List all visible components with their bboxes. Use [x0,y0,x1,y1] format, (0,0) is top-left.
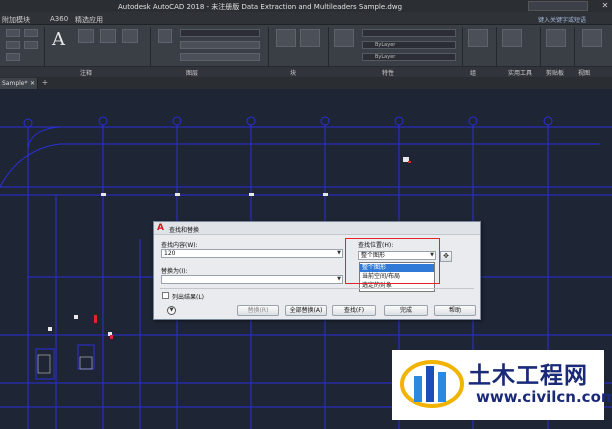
find-value: 120 [164,250,176,257]
tool-icon[interactable] [24,29,38,37]
dialog-title-bar[interactable]: A 查找和替换 [154,222,480,235]
group-icon[interactable] [468,29,488,47]
new-tab-icon[interactable]: + [40,78,50,88]
watermark-logo-icon [400,360,464,408]
tab-a360[interactable]: A360 [50,15,68,23]
ribbon: A ByLayer ByLayer 注释 图层 块 特性 组 实用工具 剪贴板 … [0,25,612,77]
search-hint: 键入关键字或短语 [538,17,587,24]
layer-combo[interactable] [180,29,260,37]
watermark-title: 土木工程网 [468,363,588,389]
chevron-down-icon[interactable]: ▼ [337,276,341,283]
ribbon-tab-bar: 附加模块 A360 精选应用 键入关键字或短语 [0,12,612,25]
watermark: 土木工程网 www.civilcn.com [392,350,612,420]
expand-options-icon[interactable]: ▼ [167,306,176,315]
replace-button[interactable]: 替换(R) [237,305,279,316]
replace-all-button[interactable]: 全部替换(A) [285,305,327,316]
find-label: 查找内容(W): [161,242,198,249]
panel-title-layers[interactable]: 图层 [186,68,198,77]
tool-icon[interactable] [6,41,20,49]
close-icon[interactable]: ✕ [30,78,35,89]
find-input[interactable]: 120 ▼ [161,249,343,258]
list-results-label: 列出结果(L) [172,294,205,301]
dialog-divider [160,288,474,289]
replace-input[interactable]: ▼ [161,275,343,284]
chevron-down-icon[interactable]: ▼ [337,250,341,257]
autocad-logo-icon: A [157,223,164,233]
view-icon[interactable] [582,29,602,47]
panel-title-view[interactable]: 视图 [578,68,590,77]
done-button[interactable]: 完成 [384,305,428,316]
layer-properties-icon[interactable] [158,29,172,43]
table-tool-icon[interactable] [122,29,138,43]
tool-icon[interactable] [6,53,20,61]
replace-label: 替换为(I): [161,268,188,275]
panel-title-utilities[interactable]: 实用工具 [508,68,532,77]
panel-title-properties[interactable]: 特性 [382,68,394,77]
insert-block-icon[interactable] [276,29,296,47]
tab-addins[interactable]: 附加模块 [2,15,30,25]
find-button[interactable]: 查找(F) [332,305,376,316]
measure-icon[interactable] [502,29,522,47]
list-results-checkbox[interactable] [162,292,169,299]
panel-title-groups[interactable]: 组 [470,68,476,77]
help-button[interactable]: 帮助 [434,305,476,316]
panel-title-clipboard[interactable]: 剪贴板 [546,68,564,77]
dialog-title: 查找和替换 [169,227,200,234]
file-tabs: Sample* ✕ + [0,77,612,89]
help-search-input[interactable] [528,1,588,11]
ribbon-panel-titles: 注释 图层 块 特性 组 实用工具 剪贴板 视图 [0,66,612,77]
tool-icon[interactable] [24,41,38,49]
panel-title-block[interactable]: 块 [290,68,296,77]
title-bar: Autodesk AutoCAD 2018 - 未注册版 Data Extrac… [0,0,612,12]
panel-title-annotation[interactable]: 注释 [80,68,92,77]
window-title: Autodesk AutoCAD 2018 - 未注册版 Data Extrac… [118,3,403,11]
watermark-url: www.civilcn.com [476,388,612,406]
tab-featured-apps[interactable]: 精选应用 [75,15,103,25]
text-tool-icon[interactable]: A [52,29,65,50]
file-tab-sample[interactable]: Sample* ✕ [0,78,38,89]
lineweight-combo[interactable]: ByLayer [362,53,456,61]
match-properties-icon[interactable] [334,29,354,47]
linetype-combo[interactable]: ByLayer [362,41,456,49]
close-icon[interactable]: ✕ [598,0,612,12]
tool-icon[interactable] [6,29,20,37]
layer-tools[interactable] [180,41,260,49]
select-objects-button[interactable]: ✥ [440,251,452,262]
select-objects-icon: ✥ [443,252,449,260]
create-block-icon[interactable] [300,29,320,47]
dimension-tool-icon[interactable] [78,29,94,43]
layer-tools[interactable] [180,53,260,61]
annotation-highlight-box [345,238,440,284]
paste-icon[interactable] [546,29,566,47]
color-combo[interactable] [362,29,456,37]
file-tab-label: Sample* [2,80,28,87]
leader-tool-icon[interactable] [100,29,116,43]
